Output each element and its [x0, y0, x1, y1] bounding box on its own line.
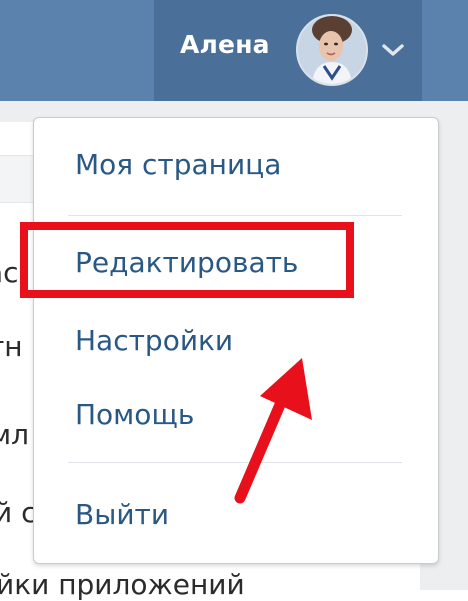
menu-item-my-page[interactable]: Моя страница [75, 148, 281, 181]
background-text: й с [0, 496, 37, 529]
menu-divider [68, 215, 402, 216]
background-text: ас [0, 256, 19, 289]
red-arrow-icon [234, 358, 312, 504]
background-text: тн [0, 330, 23, 363]
user-name[interactable]: Алена [180, 30, 270, 59]
highlight-box [20, 222, 354, 298]
background-text: йки приложений [0, 568, 245, 601]
background-text: мл [0, 418, 30, 451]
avatar[interactable] [296, 14, 368, 86]
menu-item-help[interactable]: Помощь [75, 398, 194, 431]
chevron-down-icon[interactable] [381, 42, 405, 58]
menu-item-logout[interactable]: Выйти [75, 498, 169, 531]
menu-item-settings[interactable]: Настройки [75, 324, 233, 357]
